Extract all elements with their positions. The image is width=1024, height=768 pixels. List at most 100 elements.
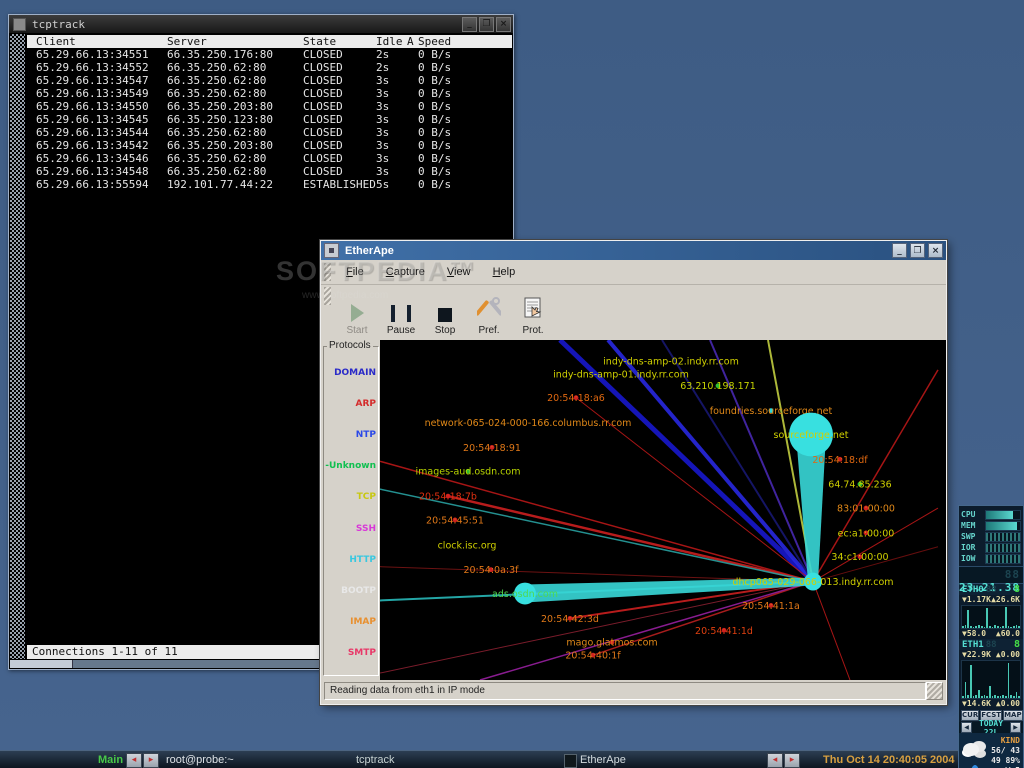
weather-day-row: ◀ TODAY 22L ▶ (959, 719, 1023, 737)
eth1-tx: ▲0.00 (995, 650, 1020, 659)
etherape-task-icon (564, 754, 577, 768)
eth0-badge: 8 (1013, 584, 1020, 595)
cell-server: 66.35.250.62:80 (167, 74, 267, 87)
node-label: 20:54:40:1f (565, 651, 621, 662)
etherape-window: EtherApe _ ❐ × File Capture View Help St… (319, 239, 948, 706)
day-prev-icon[interactable]: ◀ (961, 722, 972, 733)
chart-spike (1018, 626, 1020, 628)
tasklist-left-icon[interactable]: ◂ (767, 753, 783, 768)
prot-label: Prot. (522, 325, 544, 336)
protocol-ntp[interactable]: NTP (325, 419, 377, 450)
cell-idle: 5s (376, 178, 390, 191)
pref-label: Pref. (478, 325, 500, 336)
protocol-http[interactable]: HTTP (325, 544, 377, 575)
chart-spike (964, 682, 967, 698)
terminal-scrollbar[interactable] (10, 34, 25, 659)
main-menu-button[interactable]: Main (98, 751, 123, 768)
hscroll-thumb[interactable] (10, 660, 73, 668)
desktop: tcptrack _ ❐ × Client Server State Idle … (0, 0, 1024, 768)
node-label: ec:a1:00:00 (838, 528, 895, 539)
protocol-smtp[interactable]: SMTP (325, 638, 377, 669)
cell-client: 65.29.66.13:34552 (36, 61, 149, 74)
cell-state: CLOSED (303, 74, 343, 87)
toolbar-gripper[interactable] (324, 287, 331, 305)
chart-spike (988, 626, 991, 628)
pause-button[interactable]: Pause (379, 287, 423, 336)
cell-server: 66.35.250.62:80 (167, 61, 267, 74)
cell-speed: 0 B/s (418, 126, 452, 139)
node-label: 20:54:0a:3f (463, 565, 519, 576)
cell-server: 66.35.250.203:80 (167, 100, 273, 113)
tasklist-right-icon[interactable]: ▸ (784, 753, 800, 768)
tools-icon (475, 297, 503, 322)
menu-capture[interactable]: Capture (375, 264, 436, 280)
cell-server: 66.35.250.203:80 (167, 139, 273, 152)
weather-station: KIND (1000, 736, 1020, 745)
etherape-titlebar[interactable]: EtherApe _ ❐ × (321, 241, 946, 260)
menu-file[interactable]: File (335, 264, 375, 280)
gkrellm-panel: CPU MEM SWP IOR IOW 88 23.21.38 ETH0 88 8 ▼1… (958, 505, 1024, 768)
cell-idle: 2s (376, 48, 390, 61)
menu-help[interactable]: Help (482, 264, 527, 280)
meter-swp: SWP (961, 531, 1021, 542)
meter-fill (986, 543, 1020, 552)
protocol-tcp[interactable]: TCP (325, 482, 377, 513)
eth1-rx: ▼22.9K (962, 650, 991, 659)
chart-spike (970, 626, 972, 628)
window-menu-icon[interactable] (13, 17, 26, 31)
window-menu-icon[interactable] (324, 243, 339, 258)
cell-idle: 3s (376, 152, 390, 165)
protocols-button[interactable]: Prot. (511, 287, 555, 336)
menu-view[interactable]: View (436, 264, 482, 280)
chart-spike (980, 696, 983, 698)
node-label: 20:54:45:51 (426, 515, 484, 526)
network-canvas[interactable]: indy-dns-amp-02.indy.rr.com indy-dns-amp-… (380, 340, 946, 680)
task-etherape[interactable]: EtherApe (580, 751, 626, 768)
protocol-udp-unknown[interactable]: UDP-Unknown (325, 451, 377, 482)
eth1-dim: 88 (985, 639, 997, 650)
protocol-arp[interactable]: ARP (325, 388, 377, 419)
maximize-icon[interactable]: ❐ (910, 243, 925, 258)
chart-spike (996, 696, 999, 698)
eth1-badge: 8 (1013, 639, 1020, 650)
meter-bar (985, 509, 1021, 520)
eth1-header[interactable]: ETH1 88 8 (959, 639, 1023, 650)
etherape-statusbar: Reading data from eth1 in IP mode (324, 682, 926, 700)
task-tcptrack[interactable]: tcptrack (356, 751, 395, 768)
protocol-domain[interactable]: DOMAIN (325, 357, 377, 388)
close-icon[interactable]: × (928, 243, 943, 258)
node-label: 20:54:18:91 (463, 443, 521, 454)
pager-right-icon[interactable]: ▸ (143, 753, 159, 768)
node-label: 20:54:42:3d (541, 614, 599, 625)
eth1-tx-total: ▲0.00 (995, 699, 1020, 708)
tcptrack-titlebar[interactable]: tcptrack _ ❐ × (9, 15, 513, 34)
eth0-header[interactable]: ETH0 88 8 (959, 584, 1023, 595)
resize-grip[interactable] (926, 682, 943, 700)
cell-state: CLOSED (303, 139, 343, 152)
meter-label: IOW (961, 554, 976, 563)
cell-server: 66.35.250.62:80 (167, 87, 267, 100)
cell-server: 66.35.250.62:80 (167, 126, 267, 139)
protocol-ssh[interactable]: SSH (325, 513, 377, 544)
minimize-icon[interactable]: _ (462, 16, 477, 32)
protocol-imap[interactable]: IMAP (325, 607, 377, 638)
minimize-icon[interactable]: _ (892, 243, 907, 258)
day-next-icon[interactable]: ▶ (1010, 722, 1021, 733)
meter-bar (985, 553, 1021, 564)
weather-humidity: 49 89% (991, 756, 1020, 765)
pager-left-icon[interactable]: ◂ (126, 753, 142, 768)
cell-state: CLOSED (303, 113, 343, 126)
cell-client: 65.29.66.13:55594 (36, 178, 149, 191)
protocol-bootp[interactable]: BOOTP (325, 575, 377, 606)
header-speed: Speed (418, 35, 452, 48)
task-terminal[interactable]: root@probe:~ (166, 751, 234, 768)
preferences-button[interactable]: Pref. (467, 287, 511, 336)
menubar-gripper[interactable] (324, 263, 331, 281)
cell-client: 65.29.66.13:34544 (36, 126, 149, 139)
stop-button[interactable]: Stop (423, 287, 467, 336)
close-icon[interactable]: × (496, 16, 511, 32)
cell-state: CLOSED (303, 87, 343, 100)
start-button[interactable]: Start (335, 287, 379, 336)
maximize-icon[interactable]: ❐ (479, 16, 494, 32)
chart-spike (1010, 695, 1013, 698)
